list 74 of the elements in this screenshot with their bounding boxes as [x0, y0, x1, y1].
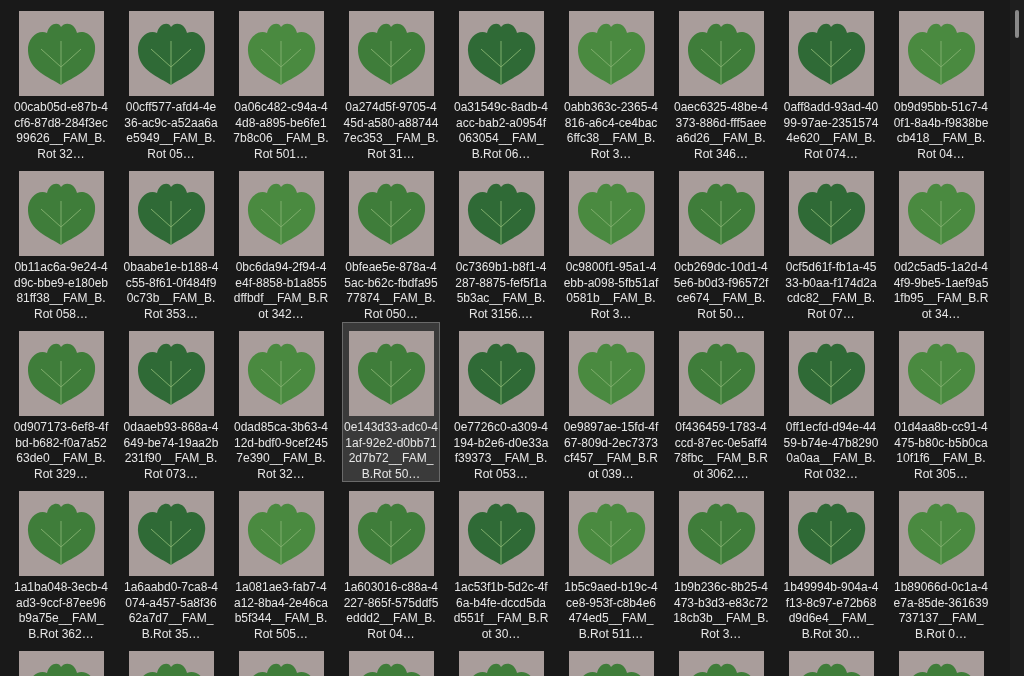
file-item[interactable]: 0abb363c-2365-4816-a6c4-ce4bac6ffc38__FAM_B.Rot 3…: [562, 2, 660, 162]
file-name: 0d2c5ad5-1a2d-44f9-9be5-1aef9a51fb95__FAM_B.Rot 34…: [893, 260, 989, 322]
file-name: 0a274d5f-9705-445d-a580-a887447ec353__FAM_B.Rot 31…: [343, 100, 439, 162]
file-item[interactable]: 00cff577-afd4-4e36-ac9c-a52aa6ae5949__FAM_B.Rot 05…: [122, 2, 220, 162]
file-item[interactable]: 1a603016-c88a-4227-865f-575ddf5eddd2__FAM_B.Rot 04…: [342, 482, 440, 642]
file-name: 0bfeae5e-878a-45ac-b62c-fbdfa9577874__FAM_B.Rot 050…: [343, 260, 439, 322]
file-item[interactable]: 0e9897ae-15fd-4f67-809d-2ec7373cf457__FAM_B.Rot 039…: [562, 322, 660, 482]
file-name: 0abb363c-2365-4816-a6c4-ce4bac6ffc38__FAM_B.Rot 3…: [563, 100, 659, 162]
file-item[interactable]: 0a06c482-c94a-44d8-a895-be6fe17b8c06__FAM_B.Rot 501…: [232, 2, 330, 162]
scrollbar-thumb[interactable]: [1015, 10, 1019, 38]
file-name: 0aec6325-48be-4373-886d-fff5aeea6d26__FAM_B.Rot 346…: [673, 100, 769, 162]
file-item[interactable]: 0d2c5ad5-1a2d-44f9-9be5-1aef9a51fb95__FAM_B.Rot 34…: [892, 162, 990, 322]
file-name: 0b11ac6a-9e24-4d9c-bbe9-e180eb81ff38__FAM_B.Rot 058…: [13, 260, 109, 322]
file-name: 0a31549c-8adb-4acc-bab2-a0954f063054__FAM_B.Rot 06…: [453, 100, 549, 162]
file-item[interactable]: 0ff1ecfd-d94e-4459-b74e-47b82900a0aa__FAM_B.Rot 032…: [782, 322, 880, 482]
file-item[interactable]: 0d907173-6ef8-4fbd-b682-f0a7a5263de0__FAM_B.Rot 329…: [12, 322, 110, 482]
file-item[interactable]: 0dad85ca-3b63-412d-bdf0-9cef2457e390__FAM_B.Rot 32…: [232, 322, 330, 482]
file-item[interactable]: 0baabe1e-b188-4c55-8f61-0f484f90c73b__FAM_B.Rot 353…: [122, 162, 220, 322]
file-item[interactable]: 0cf5d61f-fb1a-4533-b0aa-f174d2acdc82__FAM_B.Rot 07…: [782, 162, 880, 322]
file-item[interactable]: 1b9b236c-8b25-4473-b3d3-e83c7218cb3b__FAM_B.Rot 3…: [672, 482, 770, 642]
file-item[interactable]: 0b9d95bb-51c7-40f1-8a4b-f9838becb418__FAM_B.Rot 04…: [892, 2, 990, 162]
file-item[interactable]: 0c9800f1-95a1-4ebb-a098-5fb51af0581b__FAM_B.Rot 3…: [562, 162, 660, 322]
file-name: 0b9d95bb-51c7-40f1-8a4b-f9838becb418__FAM_B.Rot 04…: [893, 100, 989, 162]
file-name: 00cab05d-e87b-4cf6-87d8-284f3ec99626__FAM_B.Rot 32…: [13, 100, 109, 162]
file-name: 0bc6da94-2f94-4e4f-8858-b1a855dffbdf__FAM_B.Rot 342…: [233, 260, 329, 322]
file-name: 00cff577-afd4-4e36-ac9c-a52aa6ae5949__FAM_B.Rot 05…: [123, 100, 219, 162]
file-name: 0c7369b1-b8f1-4287-8875-fef5f1a5b3ac__FAM_B.Rot 3156.…: [454, 260, 548, 322]
file-name: 1b89066d-0c1a-4e7a-85de-361639737137__FAM_B.Rot 0…: [893, 580, 989, 642]
file-name: 0daaeb93-868a-4649-be74-19aa2b231f90__FAM_B.Rot 073…: [123, 420, 219, 482]
file-item[interactable]: 0daaeb93-868a-4649-be74-19aa2b231f90__FAM_B.Rot 073…: [122, 322, 220, 482]
file-item[interactable]: 00cab05d-e87b-4cf6-87d8-284f3ec99626__FAM_B.Rot 32…: [12, 2, 110, 162]
file-name: 1b9b236c-8b25-4473-b3d3-e83c7218cb3b__FAM_B.Rot 3…: [673, 580, 769, 642]
file-item[interactable]: 1b89066d-0c1a-4e7a-85de-361639737137__FAM_B.Rot 0…: [892, 482, 990, 642]
file-item[interactable]: 0bfeae5e-878a-45ac-b62c-fbdfa9577874__FAM_B.Rot 050…: [342, 162, 440, 322]
file-item[interactable]: 1b5c9aed-b19c-4ce8-953f-c8b4e6474ed5__FAM_B.Rot 511…: [562, 482, 660, 642]
file-item[interactable]: 1a6aabd0-7ca8-4074-a457-5a8f3662a7d7__FAM_B.Rot 35…: [122, 482, 220, 642]
file-name: 1a603016-c88a-4227-865f-575ddf5eddd2__FAM_B.Rot 04…: [343, 580, 439, 642]
file-name: 0f436459-1783-4ccd-87ec-0e5aff478fbc__FAM_B.Rot 3062.…: [673, 420, 769, 482]
file-name: 1b49994b-904a-4f13-8c97-e72b68d9d6e4__FAM_B.Rot 30…: [783, 580, 879, 642]
file-item[interactable]: 0e7726c0-a309-4194-b2e6-d0e33af39373__FAM_B.Rot 053…: [452, 322, 550, 482]
file-name: 0e9897ae-15fd-4f67-809d-2ec7373cf457__FAM_B.Rot 039…: [563, 420, 659, 482]
file-item[interactable]: 01d4aa8b-cc91-4475-b80c-b5b0ca10f1f6__FAM_B.Rot 305…: [892, 322, 990, 482]
file-item[interactable]: 1b49994b-904a-4f13-8c97-e72b68d9d6e4__FAM_B.Rot 30…: [782, 482, 880, 642]
file-name: 0cb269dc-10d1-45e6-b0d3-f96572fce674__FAM_B.Rot 50…: [673, 260, 769, 322]
file-item[interactable]: 0aff8add-93ad-4099-97ae-23515744e620__FAM_B.Rot 074…: [782, 2, 880, 162]
file-name: 1ac53f1b-5d2c-4f6a-b4fe-dccd5dad551f__FAM_B.Rot 30…: [453, 580, 549, 642]
file-item[interactable]: 0bc6da94-2f94-4e4f-8858-b1a855dffbdf__FAM_B.Rot 342…: [232, 162, 330, 322]
file-item[interactable]: 0e143d33-adc0-41af-92e2-d0bb712d7b72__FAM_B.Rot 50…: [342, 322, 440, 482]
file-name: 0e143d33-adc0-41af-92e2-d0bb712d7b72__FAM_B.Rot 50…: [343, 420, 439, 482]
file-name: 0ff1ecfd-d94e-4459-b74e-47b82900a0aa__FAM_B.Rot 032…: [783, 420, 879, 482]
file-item[interactable]: 0a31549c-8adb-4acc-bab2-a0954f063054__FAM_B.Rot 06…: [452, 2, 550, 162]
file-item[interactable]: 0b11ac6a-9e24-4d9c-bbe9-e180eb81ff38__FAM_B.Rot 058…: [12, 162, 110, 322]
scrollbar[interactable]: [1010, 0, 1024, 676]
file-name: 1a6aabd0-7ca8-4074-a457-5a8f3662a7d7__FAM_B.Rot 35…: [123, 580, 219, 642]
file-name: 0baabe1e-b188-4c55-8f61-0f484f90c73b__FAM_B.Rot 353…: [123, 260, 219, 322]
file-item[interactable]: 0cb269dc-10d1-45e6-b0d3-f96572fce674__FAM_B.Rot 50…: [672, 162, 770, 322]
file-name: 0a06c482-c94a-44d8-a895-be6fe17b8c06__FAM_B.Rot 501…: [233, 100, 329, 162]
file-item[interactable]: 0c7369b1-b8f1-4287-8875-fef5f1a5b3ac__FAM_B.Rot 3156.…: [452, 162, 550, 322]
file-name: 0d907173-6ef8-4fbd-b682-f0a7a5263de0__FAM_B.Rot 329…: [13, 420, 109, 482]
file-name: 01d4aa8b-cc91-4475-b80c-b5b0ca10f1f6__FAM_B.Rot 305…: [893, 420, 989, 482]
file-item[interactable]: 0a274d5f-9705-445d-a580-a887447ec353__FAM_B.Rot 31…: [342, 2, 440, 162]
file-item[interactable]: 0aec6325-48be-4373-886d-fff5aeea6d26__FAM_B.Rot 346…: [672, 2, 770, 162]
file-item[interactable]: 1ac53f1b-5d2c-4f6a-b4fe-dccd5dad551f__FAM_B.Rot 30…: [452, 482, 550, 642]
file-name: 0e7726c0-a309-4194-b2e6-d0e33af39373__FAM_B.Rot 053…: [453, 420, 549, 482]
file-name: 1a1ba048-3ecb-4ad3-9ccf-87ee96b9a75e__FAM_B.Rot 362…: [13, 580, 109, 642]
file-item[interactable]: 1a1ba048-3ecb-4ad3-9ccf-87ee96b9a75e__FAM_B.Rot 362…: [12, 482, 110, 642]
file-item[interactable]: 0f436459-1783-4ccd-87ec-0e5aff478fbc__FAM_B.Rot 3062.…: [672, 322, 770, 482]
file-name: 1b5c9aed-b19c-4ce8-953f-c8b4e6474ed5__FAM_B.Rot 511…: [563, 580, 659, 642]
file-name: 1a081ae3-fab7-4a12-8ba4-2e46cab5f344__FAM_B.Rot 505…: [233, 580, 329, 642]
file-item[interactable]: 1a081ae3-fab7-4a12-8ba4-2e46cab5f344__FAM_B.Rot 505…: [232, 482, 330, 642]
file-name: 0aff8add-93ad-4099-97ae-23515744e620__FAM_B.Rot 074…: [783, 100, 879, 162]
file-name: 0dad85ca-3b63-412d-bdf0-9cef2457e390__FAM_B.Rot 32…: [233, 420, 329, 482]
file-name: 0cf5d61f-fb1a-4533-b0aa-f174d2acdc82__FAM_B.Rot 07…: [784, 260, 878, 322]
file-name: 0c9800f1-95a1-4ebb-a098-5fb51af0581b__FAM_B.Rot 3…: [563, 260, 659, 322]
